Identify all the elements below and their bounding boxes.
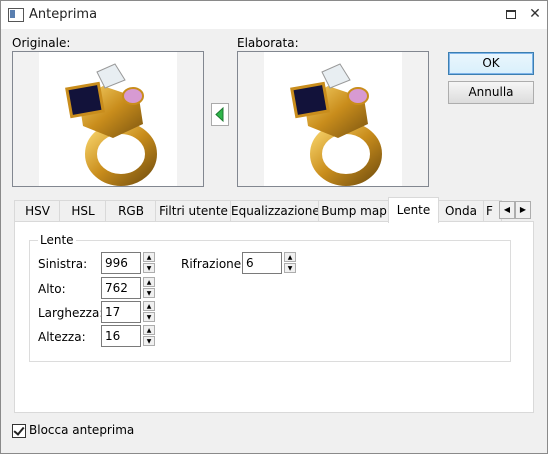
group-title: Lente bbox=[38, 233, 76, 247]
original-label: Originale: bbox=[12, 36, 71, 50]
title-bar: Anteprima ✕ bbox=[1, 1, 547, 29]
tab-scroll-left-icon: ◀ bbox=[503, 205, 511, 214]
rifrazione-label: Rifrazione: bbox=[181, 257, 246, 271]
close-icon: ✕ bbox=[529, 6, 541, 22]
close-button[interactable]: ✕ bbox=[522, 4, 548, 24]
altezza-input[interactable] bbox=[101, 325, 141, 347]
ring-image bbox=[290, 63, 382, 186]
copy-to-original-button[interactable] bbox=[211, 103, 229, 126]
tab-rgb[interactable]: RGB bbox=[105, 200, 157, 222]
spin-up-icon[interactable]: ▲ bbox=[143, 252, 155, 262]
spin-down-icon[interactable]: ▼ bbox=[143, 336, 155, 346]
spin-up-icon[interactable]: ▲ bbox=[284, 252, 296, 262]
sinistra-label: Sinistra: bbox=[38, 257, 88, 271]
original-preview bbox=[12, 51, 204, 187]
spin-up-icon[interactable]: ▲ bbox=[143, 325, 155, 335]
altezza-label: Altezza: bbox=[38, 330, 86, 344]
sinistra-input[interactable] bbox=[101, 252, 141, 274]
tab-scroll-right-icon: ▶ bbox=[519, 205, 527, 214]
processed-preview bbox=[237, 51, 429, 187]
spin-down-icon[interactable]: ▼ bbox=[143, 263, 155, 273]
tab-hsl[interactable]: HSL bbox=[59, 200, 107, 222]
lens-group: Lente Sinistra: ▲ ▼ Alto: ▲ ▼ Larghezza:… bbox=[29, 233, 511, 362]
ok-button[interactable]: OK bbox=[448, 52, 534, 75]
lente-tab-panel: Lente Sinistra: ▲ ▼ Alto: ▲ ▼ Larghezza:… bbox=[14, 221, 534, 413]
lock-preview-label[interactable]: Blocca anteprima bbox=[29, 423, 134, 437]
window-title: Anteprima bbox=[29, 7, 98, 22]
spin-down-icon[interactable]: ▼ bbox=[284, 263, 296, 273]
spin-up-icon[interactable]: ▲ bbox=[143, 301, 155, 311]
tab-scroll-left[interactable]: ◀ bbox=[499, 201, 515, 219]
cancel-button[interactable]: Annulla bbox=[448, 81, 534, 104]
ring-image bbox=[65, 63, 157, 186]
preview-dialog: Anteprima ✕ Originale: Elaborata: OK Ann… bbox=[0, 0, 548, 454]
larghezza-input[interactable] bbox=[101, 301, 141, 323]
rifrazione-input[interactable] bbox=[242, 252, 282, 274]
spin-up-icon[interactable]: ▲ bbox=[143, 277, 155, 287]
larghezza-label: Larghezza: bbox=[38, 306, 104, 320]
window-icon bbox=[8, 8, 24, 22]
maximize-button[interactable] bbox=[498, 4, 524, 24]
alto-input[interactable] bbox=[101, 277, 141, 299]
tab-hsv[interactable]: HSV bbox=[14, 200, 61, 222]
tab-scroll-right[interactable]: ▶ bbox=[515, 201, 531, 219]
green-left-arrow-icon bbox=[215, 106, 224, 123]
spin-down-icon[interactable]: ▼ bbox=[143, 288, 155, 298]
spin-down-icon[interactable]: ▼ bbox=[143, 312, 155, 322]
maximize-icon bbox=[506, 10, 516, 19]
alto-label: Alto: bbox=[38, 282, 66, 296]
tab-onda[interactable]: Onda bbox=[437, 200, 485, 222]
tab-filtri-utente[interactable]: Filtri utente bbox=[155, 200, 232, 222]
tab-equalizzazione[interactable]: Equalizzazione bbox=[230, 200, 320, 222]
tab-bump-map[interactable]: Bump map bbox=[318, 200, 390, 222]
processed-label: Elaborata: bbox=[237, 36, 299, 50]
lock-preview-checkbox[interactable] bbox=[12, 424, 26, 438]
tab-lente[interactable]: Lente bbox=[388, 197, 439, 223]
